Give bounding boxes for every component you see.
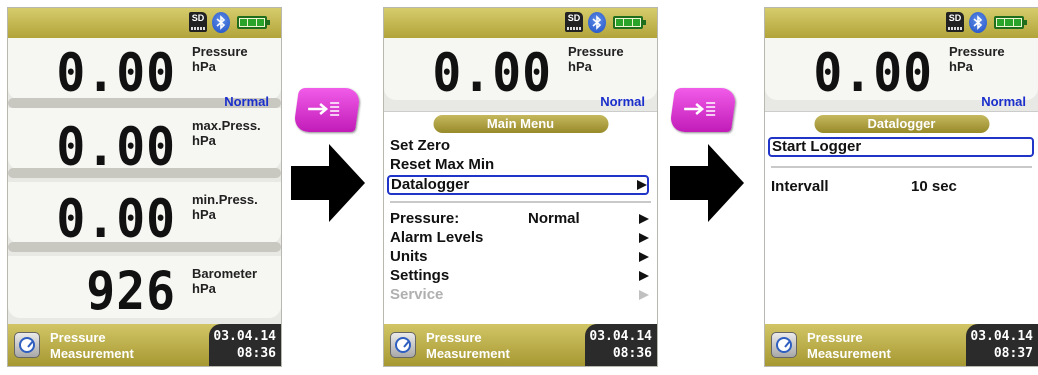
flow-arrow-icon [291, 144, 365, 222]
battery-icon [994, 16, 1027, 29]
menu-key-button[interactable] [292, 88, 362, 132]
menu-enter-icon [684, 102, 716, 116]
bluetooth-icon [588, 12, 606, 33]
datalogger-screen: SD 0.00 Pressure hPa Normal Datalogger St… [764, 7, 1038, 367]
battery-icon [237, 16, 270, 29]
mode-label: Normal [600, 94, 645, 109]
menu-item-start-logger[interactable]: Start Logger [768, 137, 1034, 157]
gauge-icon [14, 332, 40, 358]
date-time: 03.04.14 08:36 [585, 324, 657, 366]
min-pressure-value: 0.00 [56, 188, 176, 251]
menu-title: Datalogger [814, 115, 989, 133]
date-time: 03.04.14 08:36 [209, 324, 281, 366]
menu-divider [771, 166, 1032, 168]
min-pressure-row: 0.00 min.Press. hPa [8, 182, 281, 252]
max-pressure-row: 0.00 max.Press. hPa [8, 108, 281, 178]
gauge-icon [771, 332, 797, 358]
menu-item-datalogger[interactable]: Datalogger [387, 175, 649, 195]
min-pressure-label: min.Press. hPa [192, 192, 258, 222]
menu-item-alarm-levels[interactable]: Alarm Levels [390, 228, 649, 248]
menu-enter-icon [308, 102, 340, 116]
menu-key-button[interactable] [668, 88, 738, 132]
bluetooth-icon [212, 12, 230, 33]
mode-title: Pressure Measurement [426, 330, 510, 361]
mode-title: Pressure Measurement [807, 330, 891, 361]
menu-item-pressure-mode[interactable]: Pressure: Normal [390, 209, 649, 229]
menu-item-settings[interactable]: Settings [390, 266, 649, 286]
menu-item-interval[interactable]: Intervall 10 sec [771, 177, 1030, 197]
pressure-value: 0.00 [432, 42, 552, 105]
sd-card-icon: SD [189, 12, 207, 32]
menu-item-units[interactable]: Units [390, 247, 649, 267]
status-bar: SD [8, 8, 281, 39]
max-pressure-label: max.Press. hPa [192, 118, 261, 148]
footer-bar: Pressure Measurement 03.04.14 08:37 [765, 324, 1038, 366]
pressure-label: Pressure hPa [568, 44, 624, 74]
pressure-value: 0.00 [813, 42, 933, 105]
gauge-icon [390, 332, 416, 358]
status-bar: SD [384, 8, 657, 39]
menu-divider [390, 201, 651, 203]
pressure-display-screen: SD 0.00 Pressure hPa Normal 0.00 max.Pres… [7, 7, 282, 367]
pressure-label: Pressure hPa [192, 44, 248, 74]
flow-arrow-icon [670, 144, 744, 222]
menu-item-service: Service [390, 285, 649, 305]
sd-card-icon: SD [565, 12, 583, 32]
menu-item-reset-max-min[interactable]: Reset Max Min [390, 155, 649, 175]
footer-bar: Pressure Measurement 03.04.14 08:36 [384, 324, 657, 366]
footer-bar: Pressure Measurement 03.04.14 08:36 [8, 324, 281, 366]
mode-label: Normal [981, 94, 1026, 109]
datalogger-menu: Datalogger Start Logger Intervall 10 sec [765, 111, 1038, 327]
mode-title: Pressure Measurement [50, 330, 134, 361]
barometer-label: Barometer hPa [192, 266, 258, 296]
barometer-value: 926 [86, 260, 176, 323]
date-time: 03.04.14 08:37 [966, 324, 1038, 366]
main-menu: Main Menu Set Zero Reset Max Min Datalog… [384, 111, 657, 327]
battery-icon [613, 16, 646, 29]
pressure-value: 0.00 [56, 42, 176, 105]
barometer-row: 926 Barometer hPa [8, 256, 281, 326]
bluetooth-icon [969, 12, 987, 33]
mode-label: Normal [224, 94, 269, 109]
menu-title: Main Menu [433, 115, 608, 133]
pressure-label: Pressure hPa [949, 44, 1005, 74]
sd-card-icon: SD [946, 12, 964, 32]
main-menu-screen: SD 0.00 Pressure hPa Normal Main Menu Set… [383, 7, 658, 367]
max-pressure-value: 0.00 [56, 116, 176, 179]
status-bar: SD [765, 8, 1038, 39]
menu-item-set-zero[interactable]: Set Zero [390, 136, 649, 156]
